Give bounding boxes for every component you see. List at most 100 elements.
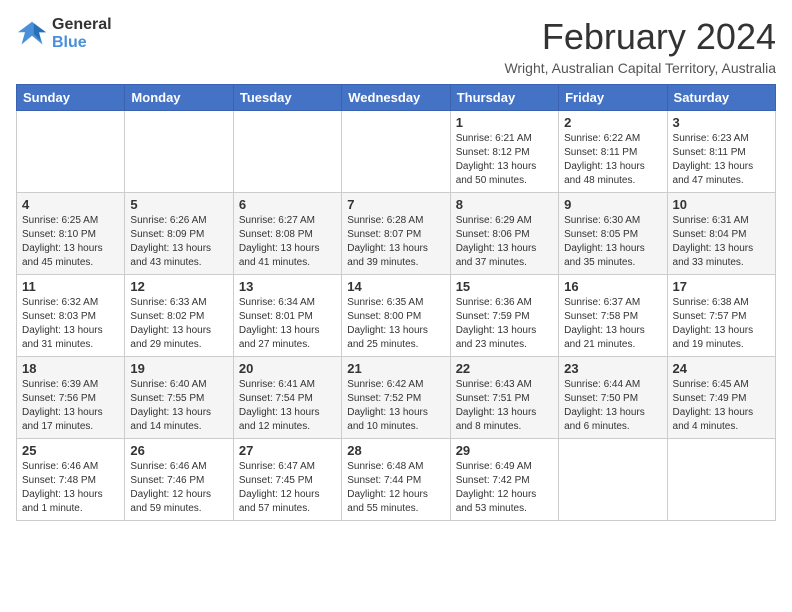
day-number: 1: [456, 115, 553, 130]
day-number: 2: [564, 115, 661, 130]
calendar-body: 1 Sunrise: 6:21 AMSunset: 8:12 PMDaylight…: [17, 111, 776, 521]
day-number: 21: [347, 361, 444, 376]
day-number: 12: [130, 279, 227, 294]
calendar-cell: 11 Sunrise: 6:32 AMSunset: 8:03 PMDayligh…: [17, 275, 125, 357]
day-info: Sunrise: 6:21 AMSunset: 8:12 PMDaylight:…: [456, 132, 553, 188]
day-info: Sunrise: 6:41 AMSunset: 7:54 PMDaylight:…: [239, 378, 336, 434]
column-header-monday: Monday: [125, 85, 233, 111]
day-number: 27: [239, 443, 336, 458]
day-number: 16: [564, 279, 661, 294]
day-number: 20: [239, 361, 336, 376]
calendar-subtitle: Wright, Australian Capital Territory, Au…: [504, 60, 776, 76]
day-info: Sunrise: 6:36 AMSunset: 7:59 PMDaylight:…: [456, 296, 553, 352]
calendar-cell: 13 Sunrise: 6:34 AMSunset: 8:01 PMDayligh…: [233, 275, 341, 357]
day-info: Sunrise: 6:38 AMSunset: 7:57 PMDaylight:…: [673, 296, 770, 352]
logo-icon: [16, 20, 48, 48]
calendar-cell: 19Sunrise: 6:40 AMSunset: 7:55 PMDayligh…: [125, 357, 233, 439]
day-number: 7: [347, 197, 444, 212]
day-info: Sunrise: 6:49 AMSunset: 7:42 PMDaylight:…: [456, 460, 553, 516]
calendar-title: February 2024: [504, 16, 776, 58]
day-info: Sunrise: 6:42 AMSunset: 7:52 PMDaylight:…: [347, 378, 444, 434]
calendar-cell: 22Sunrise: 6:43 AMSunset: 7:51 PMDayligh…: [450, 357, 558, 439]
calendar-cell: [559, 439, 667, 521]
day-info: Sunrise: 6:25 AMSunset: 8:10 PMDaylight:…: [22, 214, 119, 270]
column-header-saturday: Saturday: [667, 85, 775, 111]
calendar-week-5: 25 Sunrise: 6:46 AMSunset: 7:48 PMDayligh…: [17, 439, 776, 521]
day-info: Sunrise: 6:47 AMSunset: 7:45 PMDaylight:…: [239, 460, 336, 516]
day-info: Sunrise: 6:28 AMSunset: 8:07 PMDaylight:…: [347, 214, 444, 270]
day-number: 3: [673, 115, 770, 130]
day-number: 23: [564, 361, 661, 376]
day-number: 17: [673, 279, 770, 294]
day-info: Sunrise: 6:39 AMSunset: 7:56 PMDaylight:…: [22, 378, 119, 434]
calendar-cell: 14Sunrise: 6:35 AMSunset: 8:00 PMDayligh…: [342, 275, 450, 357]
calendar-cell: 16Sunrise: 6:37 AMSunset: 7:58 PMDayligh…: [559, 275, 667, 357]
calendar-week-1: 1 Sunrise: 6:21 AMSunset: 8:12 PMDaylight…: [17, 111, 776, 193]
day-info: Sunrise: 6:31 AMSunset: 8:04 PMDaylight:…: [673, 214, 770, 270]
calendar-cell: 28 Sunrise: 6:48 AMSunset: 7:44 PMDayligh…: [342, 439, 450, 521]
calendar-cell: 27 Sunrise: 6:47 AMSunset: 7:45 PMDayligh…: [233, 439, 341, 521]
day-number: 29: [456, 443, 553, 458]
day-number: 15: [456, 279, 553, 294]
day-number: 25: [22, 443, 119, 458]
day-number: 13: [239, 279, 336, 294]
day-info: Sunrise: 6:46 AMSunset: 7:46 PMDaylight:…: [130, 460, 227, 516]
calendar-header-row: SundayMondayTuesdayWednesdayThursdayFrid…: [17, 85, 776, 111]
day-info: Sunrise: 6:27 AMSunset: 8:08 PMDaylight:…: [239, 214, 336, 270]
calendar-cell: [17, 111, 125, 193]
logo-blue: Blue: [52, 34, 112, 52]
day-info: Sunrise: 6:22 AMSunset: 8:11 PMDaylight:…: [564, 132, 661, 188]
day-info: Sunrise: 6:23 AMSunset: 8:11 PMDaylight:…: [673, 132, 770, 188]
logo-general: General: [52, 16, 112, 34]
calendar-cell: 26Sunrise: 6:46 AMSunset: 7:46 PMDayligh…: [125, 439, 233, 521]
column-header-wednesday: Wednesday: [342, 85, 450, 111]
day-number: 24: [673, 361, 770, 376]
calendar-cell: 2 Sunrise: 6:22 AMSunset: 8:11 PMDaylight…: [559, 111, 667, 193]
calendar-cell: 8Sunrise: 6:29 AMSunset: 8:06 PMDaylight…: [450, 193, 558, 275]
logo: General Blue: [16, 16, 112, 51]
calendar-cell: 23 Sunrise: 6:44 AMSunset: 7:50 PMDayligh…: [559, 357, 667, 439]
day-number: 11: [22, 279, 119, 294]
calendar-cell: 6 Sunrise: 6:27 AMSunset: 8:08 PMDaylight…: [233, 193, 341, 275]
calendar-week-2: 4 Sunrise: 6:25 AMSunset: 8:10 PMDaylight…: [17, 193, 776, 275]
day-number: 14: [347, 279, 444, 294]
calendar-cell: 4 Sunrise: 6:25 AMSunset: 8:10 PMDaylight…: [17, 193, 125, 275]
day-info: Sunrise: 6:34 AMSunset: 8:01 PMDaylight:…: [239, 296, 336, 352]
day-info: Sunrise: 6:30 AMSunset: 8:05 PMDaylight:…: [564, 214, 661, 270]
day-info: Sunrise: 6:48 AMSunset: 7:44 PMDaylight:…: [347, 460, 444, 516]
calendar-cell: [342, 111, 450, 193]
calendar-cell: 15 Sunrise: 6:36 AMSunset: 7:59 PMDayligh…: [450, 275, 558, 357]
calendar-cell: 25 Sunrise: 6:46 AMSunset: 7:48 PMDayligh…: [17, 439, 125, 521]
column-header-thursday: Thursday: [450, 85, 558, 111]
column-header-sunday: Sunday: [17, 85, 125, 111]
day-number: 18: [22, 361, 119, 376]
day-number: 10: [673, 197, 770, 212]
day-number: 28: [347, 443, 444, 458]
day-number: 4: [22, 197, 119, 212]
day-number: 6: [239, 197, 336, 212]
day-info: Sunrise: 6:26 AMSunset: 8:09 PMDaylight:…: [130, 214, 227, 270]
calendar-table: SundayMondayTuesdayWednesdayThursdayFrid…: [16, 84, 776, 521]
day-info: Sunrise: 6:32 AMSunset: 8:03 PMDaylight:…: [22, 296, 119, 352]
calendar-cell: [233, 111, 341, 193]
calendar-week-4: 18 Sunrise: 6:39 AMSunset: 7:56 PMDayligh…: [17, 357, 776, 439]
calendar-cell: 21 Sunrise: 6:42 AMSunset: 7:52 PMDayligh…: [342, 357, 450, 439]
page-header: General Blue February 2024 Wright, Austr…: [16, 16, 776, 76]
calendar-cell: [667, 439, 775, 521]
column-header-tuesday: Tuesday: [233, 85, 341, 111]
day-number: 9: [564, 197, 661, 212]
calendar-cell: 20 Sunrise: 6:41 AMSunset: 7:54 PMDayligh…: [233, 357, 341, 439]
day-info: Sunrise: 6:46 AMSunset: 7:48 PMDaylight:…: [22, 460, 119, 516]
calendar-cell: 12Sunrise: 6:33 AMSunset: 8:02 PMDayligh…: [125, 275, 233, 357]
calendar-cell: 29 Sunrise: 6:49 AMSunset: 7:42 PMDayligh…: [450, 439, 558, 521]
calendar-cell: 9 Sunrise: 6:30 AMSunset: 8:05 PMDaylight…: [559, 193, 667, 275]
calendar-cell: 3 Sunrise: 6:23 AMSunset: 8:11 PMDaylight…: [667, 111, 775, 193]
day-number: 22: [456, 361, 553, 376]
calendar-cell: 7 Sunrise: 6:28 AMSunset: 8:07 PMDaylight…: [342, 193, 450, 275]
day-number: 5: [130, 197, 227, 212]
calendar-cell: 10 Sunrise: 6:31 AMSunset: 8:04 PMDayligh…: [667, 193, 775, 275]
day-number: 19: [130, 361, 227, 376]
title-block: February 2024 Wright, Australian Capital…: [504, 16, 776, 76]
calendar-cell: 18 Sunrise: 6:39 AMSunset: 7:56 PMDayligh…: [17, 357, 125, 439]
day-info: Sunrise: 6:44 AMSunset: 7:50 PMDaylight:…: [564, 378, 661, 434]
